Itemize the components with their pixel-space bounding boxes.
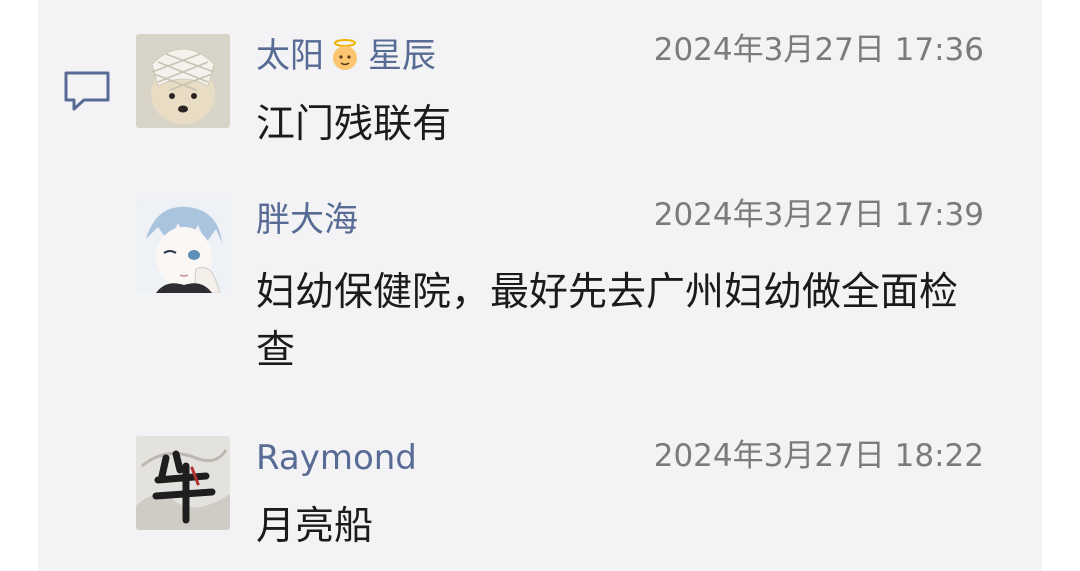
comment-author[interactable]: Raymond	[256, 436, 417, 480]
comment-text: 月亮船	[256, 504, 374, 549]
avatar-taiyang[interactable]	[136, 34, 230, 128]
angel-baby-emoji-icon	[328, 38, 362, 72]
comment-timestamp: 2024年3月27日 17:39	[653, 197, 984, 233]
comment-timestamp: 2024年3月27日 17:36	[653, 32, 984, 68]
comment-text: 江门残联有	[256, 102, 452, 147]
comment-author[interactable]: 太阳 星辰	[256, 34, 436, 78]
comment-icon	[64, 71, 110, 111]
author-name[interactable]: 太阳	[256, 36, 324, 76]
comment-timestamp: 2024年3月27日 18:22	[653, 438, 984, 474]
comment-text: 妇幼保健院，最好先去广州妇幼做全面检查	[256, 270, 959, 373]
comment-author[interactable]: 胖大海	[256, 198, 358, 242]
author-name-suffix[interactable]: 星辰	[368, 36, 436, 76]
avatar-pangdahai[interactable]	[136, 199, 230, 293]
avatar-raymond[interactable]	[136, 436, 230, 530]
